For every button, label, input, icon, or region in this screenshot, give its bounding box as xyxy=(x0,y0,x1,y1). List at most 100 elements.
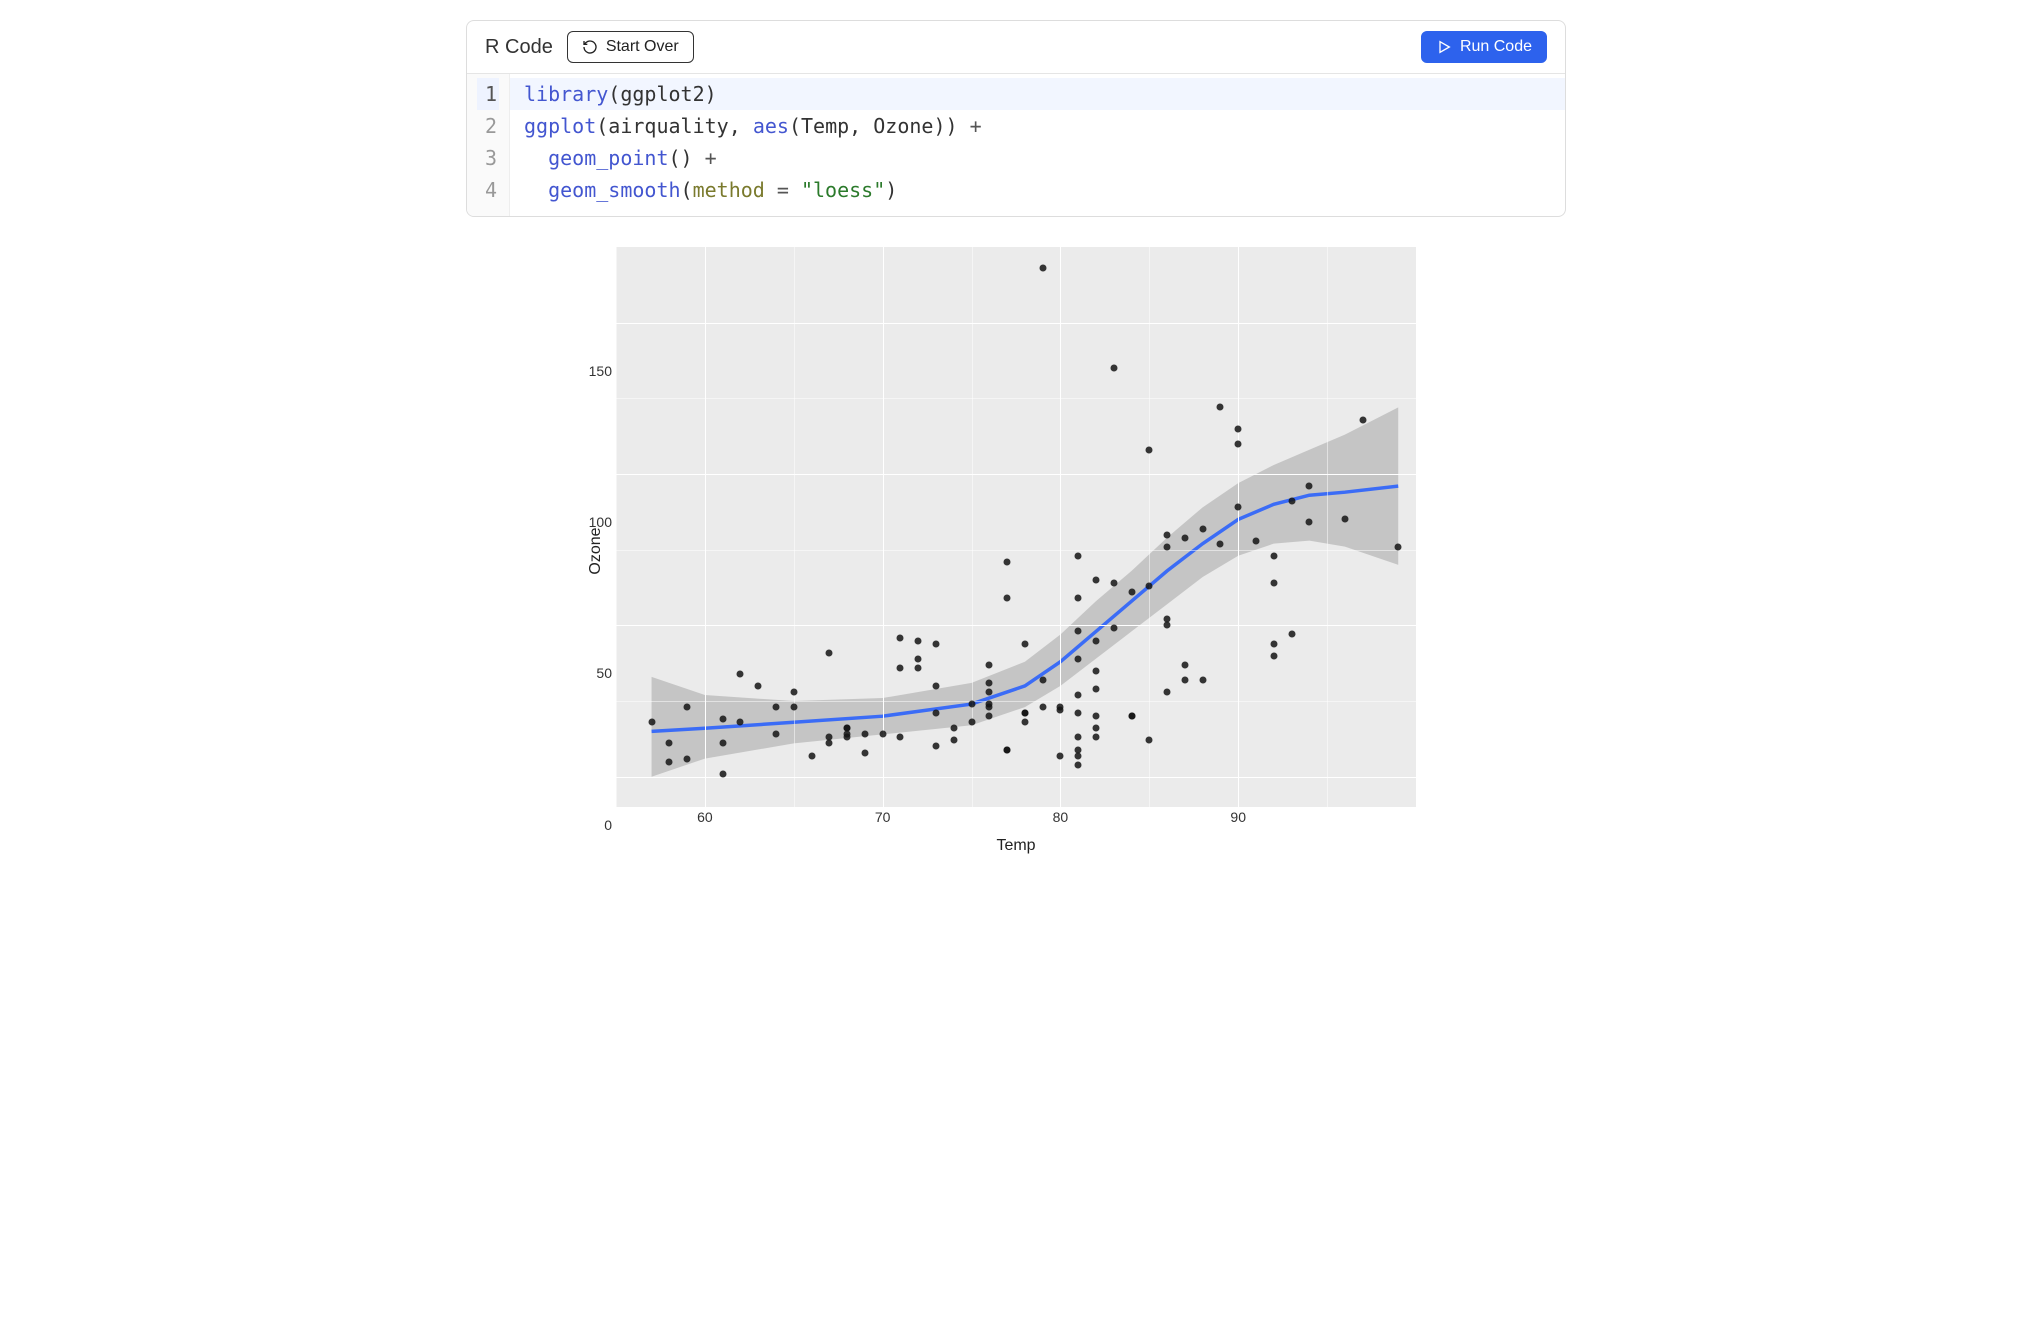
plot-output: Ozone 050100150 60708090 Temp xyxy=(466,247,1566,855)
loess-smooth xyxy=(616,247,1416,807)
data-point xyxy=(1039,704,1046,711)
run-code-button[interactable]: Run Code xyxy=(1421,31,1547,63)
code-line: ggplot(airquality, aes(Temp, Ozone)) + xyxy=(524,110,1555,142)
data-point xyxy=(1146,737,1153,744)
data-point xyxy=(1164,543,1171,550)
data-point xyxy=(879,731,886,738)
start-over-label: Start Over xyxy=(606,38,679,56)
data-point xyxy=(915,655,922,662)
line-number: 4 xyxy=(477,174,499,206)
data-point xyxy=(1075,655,1082,662)
data-point xyxy=(1093,576,1100,583)
data-point xyxy=(1128,589,1135,596)
code-line: geom_point() + xyxy=(524,142,1555,174)
data-point xyxy=(719,716,726,723)
data-point xyxy=(1057,752,1064,759)
data-point xyxy=(1217,540,1224,547)
code-editor[interactable]: 1234 library(ggplot2)ggplot(airquality, … xyxy=(467,74,1565,216)
x-axis-ticks: 60708090 xyxy=(616,807,1416,831)
data-point xyxy=(808,752,815,759)
code-header: R Code Start Over Run Code xyxy=(467,21,1565,74)
data-point xyxy=(1199,525,1206,532)
data-point xyxy=(1075,595,1082,602)
line-gutter: 1234 xyxy=(467,74,510,216)
code-line: library(ggplot2) xyxy=(510,78,1565,110)
data-point xyxy=(1288,498,1295,505)
gridline xyxy=(616,777,1416,778)
data-point xyxy=(1075,734,1082,741)
data-point xyxy=(986,713,993,720)
data-point xyxy=(1057,704,1064,711)
line-number: 1 xyxy=(477,78,499,110)
data-point xyxy=(1093,667,1100,674)
ggplot-chart: Ozone 050100150 60708090 Temp xyxy=(616,247,1416,855)
data-point xyxy=(1235,425,1242,432)
data-point xyxy=(933,710,940,717)
gridline xyxy=(1060,247,1061,807)
gridline xyxy=(705,247,706,807)
data-point xyxy=(861,731,868,738)
gridline-minor xyxy=(616,701,1416,702)
data-point xyxy=(1093,713,1100,720)
data-point xyxy=(986,661,993,668)
y-tick: 0 xyxy=(604,817,612,833)
data-point xyxy=(844,725,851,732)
data-point xyxy=(897,634,904,641)
data-point xyxy=(773,731,780,738)
data-point xyxy=(648,719,655,726)
data-point xyxy=(1341,516,1348,523)
data-point xyxy=(1075,628,1082,635)
data-point xyxy=(1021,710,1028,717)
data-point xyxy=(1021,719,1028,726)
data-point xyxy=(950,725,957,732)
data-point xyxy=(1039,265,1046,272)
gridline-minor xyxy=(794,247,795,807)
data-point xyxy=(1235,440,1242,447)
data-point xyxy=(844,734,851,741)
x-axis-label: Temp xyxy=(616,837,1416,855)
x-tick: 70 xyxy=(875,809,891,825)
data-point xyxy=(968,701,975,708)
gridline xyxy=(1238,247,1239,807)
data-point xyxy=(933,682,940,689)
y-tick: 50 xyxy=(596,665,612,681)
data-point xyxy=(1075,761,1082,768)
data-point xyxy=(755,682,762,689)
data-point xyxy=(897,734,904,741)
data-point xyxy=(1004,746,1011,753)
y-tick: 100 xyxy=(589,514,612,530)
code-lines: library(ggplot2)ggplot(airquality, aes(T… xyxy=(510,74,1565,216)
plot-panel xyxy=(616,247,1416,807)
data-point xyxy=(684,704,691,711)
data-point xyxy=(986,688,993,695)
data-point xyxy=(666,758,673,765)
data-point xyxy=(1093,734,1100,741)
data-point xyxy=(826,649,833,656)
data-point xyxy=(1270,580,1277,587)
line-number: 2 xyxy=(477,110,499,142)
data-point xyxy=(1128,713,1135,720)
data-point xyxy=(950,737,957,744)
data-point xyxy=(968,719,975,726)
run-code-label: Run Code xyxy=(1460,38,1532,56)
data-point xyxy=(790,688,797,695)
data-point xyxy=(790,704,797,711)
gridline-minor xyxy=(1327,247,1328,807)
start-over-button[interactable]: Start Over xyxy=(567,31,694,63)
data-point xyxy=(1395,543,1402,550)
data-point xyxy=(773,704,780,711)
gridline-minor xyxy=(616,398,1416,399)
refresh-icon xyxy=(582,39,598,55)
data-point xyxy=(1093,725,1100,732)
data-point xyxy=(1270,640,1277,647)
code-title: R Code xyxy=(485,36,553,59)
data-point xyxy=(986,679,993,686)
data-point xyxy=(1146,583,1153,590)
line-number: 3 xyxy=(477,142,499,174)
data-point xyxy=(719,740,726,747)
data-point xyxy=(666,740,673,747)
data-point xyxy=(933,640,940,647)
data-point xyxy=(1164,531,1171,538)
x-tick: 60 xyxy=(697,809,713,825)
data-point xyxy=(737,670,744,677)
